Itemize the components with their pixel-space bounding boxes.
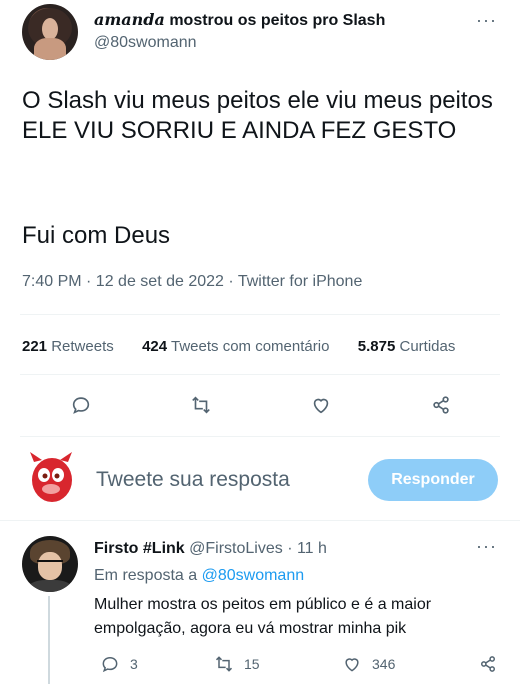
reply-author[interactable]: Firsto #Link @FirstoLives · 11 h: [94, 540, 327, 558]
divider: [0, 520, 520, 521]
reply-like-action[interactable]: 346: [342, 654, 395, 674]
author-name-rest: mostrou os peitos pro Slash: [169, 12, 386, 29]
reply-time: · 11 h: [287, 540, 327, 557]
replying-to: Em resposta a @80swomann: [94, 567, 305, 584]
tweet-text: O Slash viu meus peitos ele viu meus pei…: [22, 87, 493, 144]
divider: [20, 436, 500, 437]
reply-text: Mulher mostra os peitos em público e é a…: [94, 596, 432, 637]
divider: [20, 374, 500, 375]
reply-likes-count: 346: [372, 656, 396, 672]
author-avatar[interactable]: [22, 4, 78, 60]
tweet-meta[interactable]: 7:40 PM · 12 de set de 2022 · Twitter fo…: [22, 273, 362, 291]
retweets-stat[interactable]: 221 Retweets: [22, 338, 114, 355]
reply-author-handle: @FirstoLives: [189, 540, 283, 557]
author-handle[interactable]: @80swomann: [94, 34, 197, 52]
reply-icon: [102, 656, 118, 673]
more-options-icon[interactable]: ···: [476, 10, 497, 31]
retweet-icon[interactable]: [186, 390, 216, 420]
user-avatar[interactable]: [22, 448, 80, 506]
reply-more-options-icon[interactable]: ···: [476, 536, 497, 557]
reply-author-name: Firsto #Link: [94, 540, 185, 557]
share-icon[interactable]: [426, 390, 456, 420]
reply-retweets-count: 15: [244, 656, 260, 672]
tweet-text-second: Fui com Deus: [22, 222, 171, 249]
reply-author-avatar[interactable]: [22, 536, 78, 592]
reply-share-action[interactable]: [478, 654, 498, 674]
author-name[interactable]: amanda mostrou os peitos pro Slash: [94, 10, 385, 30]
reply-icon[interactable]: [66, 390, 96, 420]
retweet-icon: [215, 656, 233, 672]
thread-line: [48, 596, 50, 684]
replying-to-handle[interactable]: @80swomann: [202, 567, 305, 584]
divider: [20, 314, 500, 315]
reply-reply-action[interactable]: 3: [100, 654, 138, 674]
likes-stat[interactable]: 5.875 Curtidas: [358, 338, 456, 355]
like-icon: [345, 658, 359, 672]
reply-input[interactable]: Tweete sua resposta: [96, 468, 290, 492]
quotes-stat[interactable]: 424 Tweets com comentário: [142, 338, 329, 355]
like-icon[interactable]: [306, 390, 336, 420]
author-name-prefix: amanda: [94, 10, 165, 29]
reply-retweet-action[interactable]: 15: [214, 654, 260, 674]
tweet-stats: 221 Retweets 424 Tweets com comentário 5…: [22, 338, 455, 355]
reply-replies-count: 3: [130, 656, 138, 672]
share-icon: [481, 656, 495, 672]
reply-button[interactable]: Responder: [368, 459, 498, 501]
